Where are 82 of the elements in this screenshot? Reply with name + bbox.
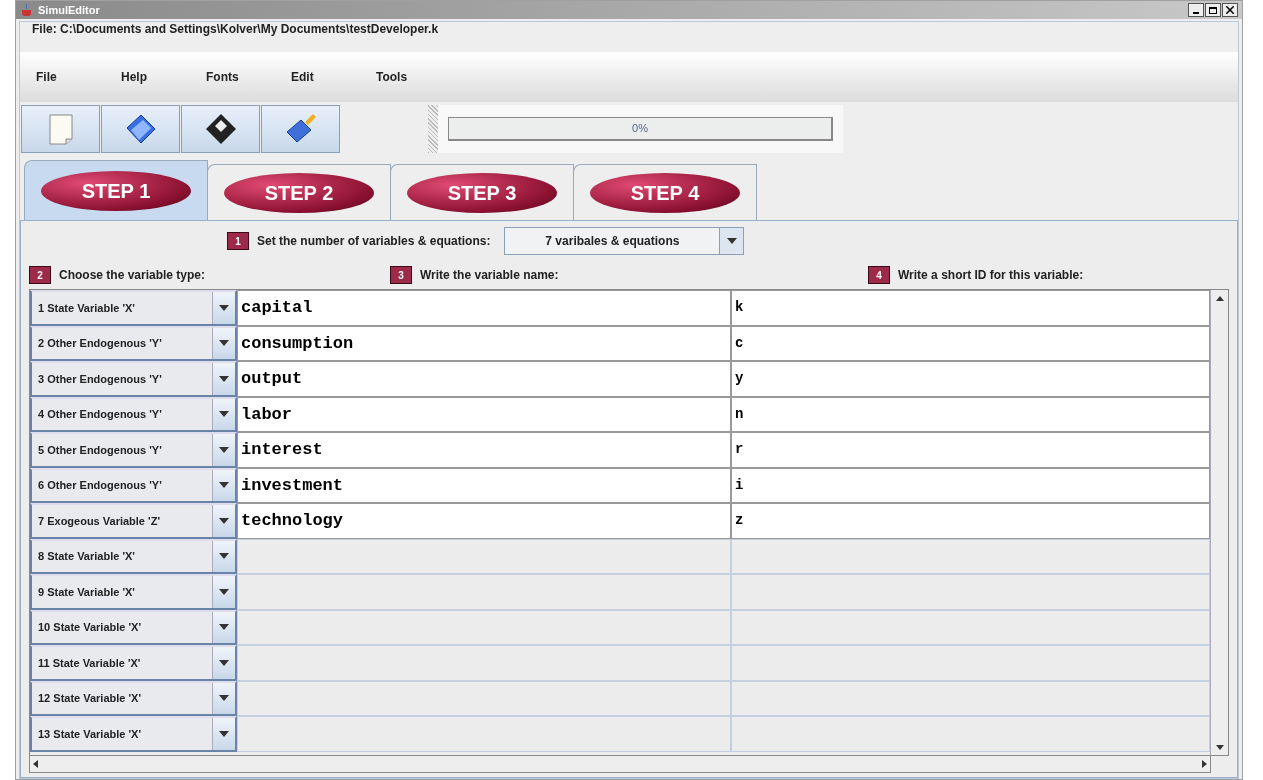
step-number-badge: 1 — [227, 232, 249, 250]
type-dropdown[interactable]: 6 Other Endogenous 'Y' — [30, 467, 237, 503]
menu-item[interactable]: Fonts — [206, 68, 291, 86]
toolbar-grip — [428, 105, 438, 153]
scroll-up-icon[interactable] — [1215, 295, 1224, 301]
id-cell[interactable]: i — [731, 467, 1210, 503]
type-dropdown[interactable]: 4 Other Endogenous 'Y' — [30, 396, 237, 432]
caret-icon — [219, 482, 229, 489]
column-header: Write a short ID for this variable: — [898, 267, 1084, 284]
minimize-button[interactable] — [1188, 3, 1204, 17]
caret-icon — [219, 553, 229, 560]
caret-icon — [219, 304, 229, 311]
id-cell[interactable]: r — [731, 432, 1210, 468]
toolbar-button[interactable] — [181, 105, 260, 153]
name-cell[interactable]: labor — [237, 396, 731, 432]
count-dropdown[interactable]: 7 varibales & equations — [504, 227, 745, 255]
type-dropdown[interactable]: 8 State Variable 'X' — [30, 538, 237, 574]
name-cell[interactable]: investment — [237, 467, 731, 503]
close-icon — [1226, 6, 1234, 14]
menu-item[interactable]: Tools — [376, 68, 461, 86]
type-dropdown[interactable]: 12 State Variable 'X' — [30, 680, 237, 716]
type-dropdown[interactable]: 13 State Variable 'X' — [30, 716, 237, 752]
type-dropdown[interactable]: 7 Exogeous Variable 'Z' — [30, 503, 237, 539]
step-tab[interactable]: STEP 4 — [573, 164, 757, 220]
step-number-badge: 4 — [868, 266, 890, 284]
menu-item[interactable]: Help — [121, 68, 206, 86]
horizontal-scrollbar[interactable] — [29, 756, 1211, 773]
name-cell[interactable] — [237, 680, 731, 716]
id-cell[interactable]: n — [731, 396, 1210, 432]
id-cell[interactable] — [731, 538, 1210, 574]
caret-icon — [219, 517, 229, 524]
caret-icon — [219, 411, 229, 418]
menu-item[interactable]: File — [36, 68, 121, 86]
name-cell[interactable]: consumption — [237, 325, 731, 361]
step-tab[interactable]: STEP 1 — [24, 160, 208, 220]
id-cell[interactable]: c — [731, 325, 1210, 361]
id-cell[interactable]: y — [731, 361, 1210, 397]
step-label: Set the number of variables & equations: — [257, 233, 491, 250]
close-button[interactable] — [1222, 3, 1238, 17]
caret-icon — [219, 375, 229, 382]
id-cell[interactable] — [731, 680, 1210, 716]
name-cell[interactable]: interest — [237, 432, 731, 468]
name-cell[interactable] — [237, 609, 731, 645]
coffee-cup-icon — [20, 3, 34, 17]
id-cell[interactable]: k — [731, 290, 1210, 326]
name-cell[interactable]: capital — [237, 290, 731, 326]
id-cell[interactable] — [731, 609, 1210, 645]
id-cell[interactable] — [731, 716, 1210, 752]
type-dropdown[interactable]: 9 State Variable 'X' — [30, 574, 237, 610]
caret-icon — [219, 695, 229, 702]
caret-icon — [219, 588, 229, 595]
caret-icon — [219, 730, 229, 737]
progress-label: 0% — [632, 121, 648, 137]
column-header: Choose the variable type: — [59, 267, 206, 284]
name-cell[interactable] — [237, 574, 731, 610]
id-cell[interactable] — [731, 645, 1210, 681]
caret-icon — [219, 624, 229, 631]
type-dropdown[interactable]: 5 Other Endogenous 'Y' — [30, 432, 237, 468]
step-number-badge: 3 — [390, 266, 412, 284]
caret-icon — [219, 446, 229, 453]
step-number-badge: 2 — [29, 266, 51, 284]
menu-item[interactable]: Edit — [291, 68, 376, 86]
maximize-button[interactable] — [1205, 3, 1221, 17]
type-dropdown[interactable]: 10 State Variable 'X' — [30, 609, 237, 645]
caret-icon — [219, 340, 229, 347]
caret-icon — [219, 659, 229, 666]
caret-icon — [726, 238, 737, 244]
id-cell[interactable]: z — [731, 503, 1210, 539]
type-dropdown[interactable]: 2 Other Endogenous 'Y' — [30, 325, 237, 361]
name-cell[interactable] — [237, 645, 731, 681]
scroll-down-icon[interactable] — [1215, 744, 1224, 750]
window-title: SimulEditor — [38, 2, 100, 18]
type-dropdown[interactable]: 1 State Variable 'X' — [30, 290, 237, 326]
id-cell[interactable] — [731, 574, 1210, 610]
type-dropdown[interactable]: 3 Other Endogenous 'Y' — [30, 361, 237, 397]
name-cell[interactable] — [237, 538, 731, 574]
file-path: File: C:\Documents and Settings\Kolver\My Documents\testDeveloper.k — [31, 21, 440, 36]
type-dropdown[interactable]: 11 State Variable 'X' — [30, 645, 237, 681]
name-cell[interactable]: technology — [237, 503, 731, 539]
name-cell[interactable]: output — [237, 361, 731, 397]
column-header: Write the variable name: — [420, 267, 559, 284]
name-cell[interactable] — [237, 716, 731, 752]
